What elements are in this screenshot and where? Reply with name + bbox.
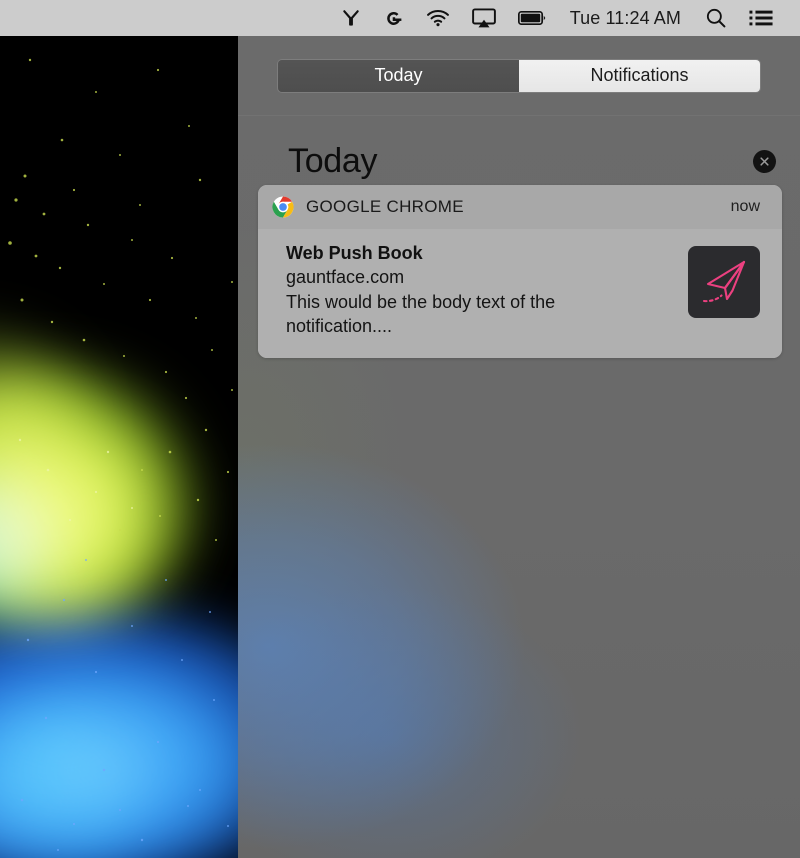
menu-bar-clock[interactable]: Tue 11:24 AM bbox=[557, 0, 694, 36]
tab-today[interactable]: Today bbox=[278, 59, 519, 92]
tab-notifications[interactable]: Notifications bbox=[519, 59, 760, 92]
paper-plane-icon bbox=[688, 246, 760, 318]
screen: Today Notifications Today GOOGLE CHROME … bbox=[0, 0, 800, 858]
chrome-icon bbox=[272, 196, 294, 218]
fork-icon[interactable] bbox=[330, 0, 372, 36]
battery-icon[interactable] bbox=[507, 0, 557, 36]
google-icon[interactable] bbox=[372, 0, 415, 36]
powder-specks bbox=[8, 58, 233, 851]
notification-text-column: Web Push Book gauntface.com This would b… bbox=[286, 241, 688, 338]
notification-app-name: GOOGLE CHROME bbox=[306, 197, 464, 216]
notification-timestamp: now bbox=[730, 198, 760, 215]
notification-card[interactable]: GOOGLE CHROME now Web Push Book gauntfac… bbox=[258, 185, 782, 359]
today-header: Today bbox=[238, 131, 800, 191]
notification-message: This would be the body text of the notif… bbox=[286, 291, 556, 336]
panel-divider bbox=[238, 115, 800, 116]
search-icon[interactable] bbox=[694, 0, 738, 36]
wifi-icon[interactable] bbox=[415, 0, 461, 36]
page-title: Today bbox=[288, 141, 378, 180]
menu-bar: Tue 11:24 AM bbox=[0, 0, 800, 36]
notification-site: gauntface.com bbox=[286, 267, 405, 288]
notification-card-header: GOOGLE CHROME now bbox=[258, 185, 782, 229]
close-icon[interactable] bbox=[753, 149, 776, 173]
notification-center-panel: Today Notifications Today GOOGLE CHROME … bbox=[238, 36, 800, 858]
notification-title: Web Push Book bbox=[286, 243, 423, 263]
notification-center-icon[interactable] bbox=[738, 0, 784, 36]
tab-bar: Today Notifications bbox=[238, 36, 800, 115]
airplay-icon[interactable] bbox=[461, 0, 507, 36]
segmented-control[interactable]: Today Notifications bbox=[278, 59, 760, 92]
notification-card-body: Web Push Book gauntface.com This would b… bbox=[258, 229, 782, 359]
